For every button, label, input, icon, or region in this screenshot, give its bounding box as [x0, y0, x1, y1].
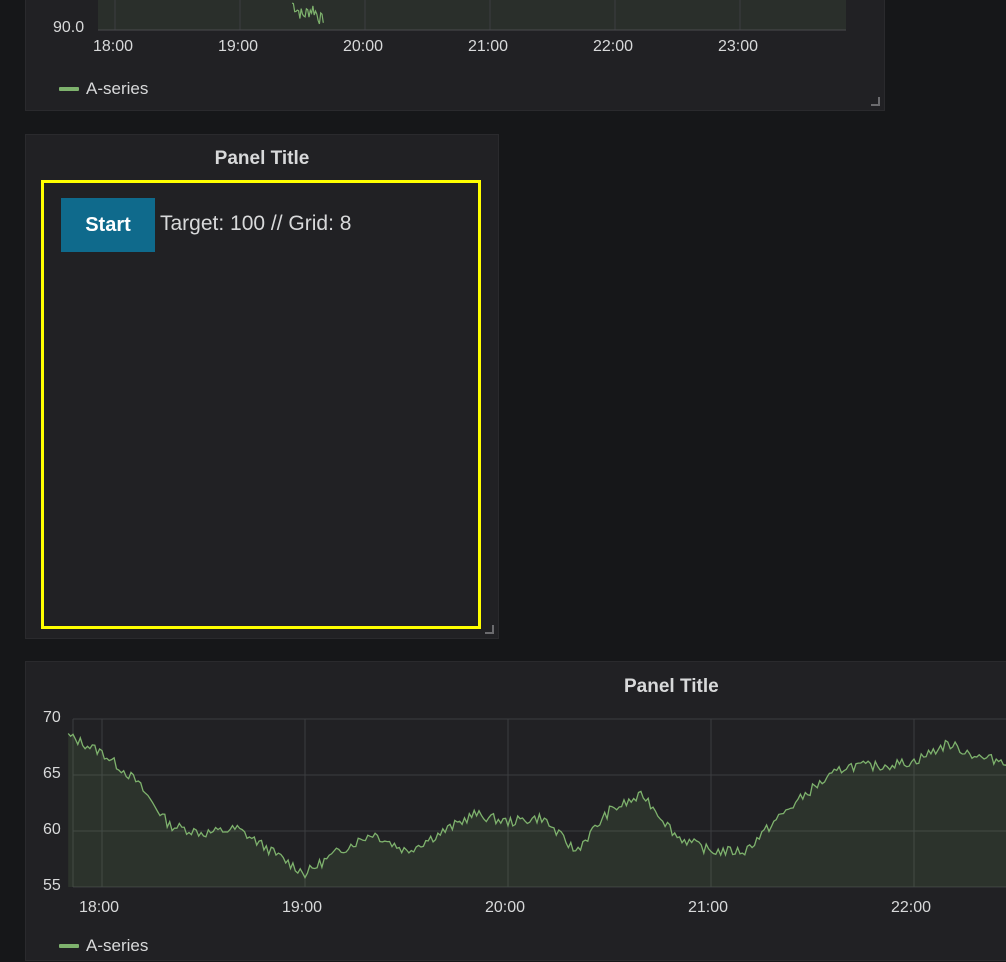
bottom-legend[interactable]: A-series [59, 936, 148, 956]
legend-label: A-series [86, 936, 149, 955]
game-status-text: Target: 100 // Grid: 8 [160, 212, 352, 235]
start-button[interactable]: Start [61, 198, 155, 252]
top-x-tick: 18:00 [93, 38, 134, 55]
bottom-y-tick: 55 [43, 877, 61, 894]
bottom-y-tick: 60 [43, 821, 61, 838]
game-panel: Panel Title Start Target: 100 // Grid: 8 [25, 134, 499, 639]
top-x-tick: 20:00 [343, 38, 384, 55]
bottom-x-tick: 22:00 [891, 899, 932, 916]
top-x-tick: 22:00 [593, 38, 634, 55]
resize-handle[interactable] [485, 625, 494, 634]
bottom-x-tick: 19:00 [282, 899, 323, 916]
top-plot-fill [98, 0, 846, 30]
bottom-x-tick: 21:00 [688, 899, 729, 916]
resize-handle[interactable] [871, 97, 880, 106]
bottom-series-area [68, 733, 1006, 887]
bottom-x-tick: 18:00 [79, 899, 120, 916]
bottom-y-tick: 70 [43, 709, 61, 726]
bottom-chart-svg [67, 718, 1006, 888]
bottom-y-tick: 65 [43, 765, 61, 782]
bottom-x-tick: 20:00 [485, 899, 526, 916]
top-chart-svg [98, 0, 846, 31]
bottom-graph-panel: Panel Title 70 65 60 55 18:00 19:00 20:00 21:0… [25, 661, 1006, 961]
top-x-tick: 21:00 [468, 38, 509, 55]
top-y-tick: 90.0 [53, 19, 85, 36]
top-legend[interactable]: A-series [59, 79, 148, 99]
panel-title[interactable]: Panel Title [26, 148, 498, 170]
legend-swatch [59, 944, 79, 948]
top-graph-panel: 90.0 18:00 19:00 20:00 21:00 22:00 23:00 A-se… [25, 0, 885, 111]
legend-label: A-series [86, 79, 149, 98]
legend-swatch [59, 87, 79, 91]
top-x-tick: 19:00 [218, 38, 259, 55]
top-x-tick: 23:00 [718, 38, 759, 55]
